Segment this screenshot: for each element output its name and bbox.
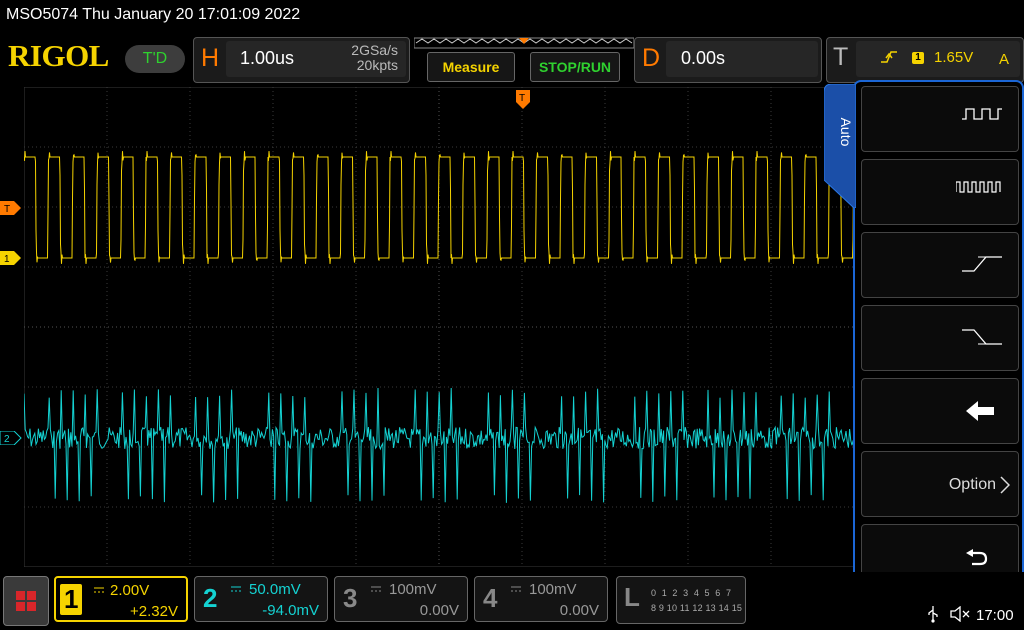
channel-2-settings[interactable]: 2 50.0mV -94.0mV <box>194 576 328 622</box>
channel-2-number: 2 <box>203 583 218 613</box>
pulse-train-icon <box>956 181 1001 193</box>
memory-position-strip <box>414 37 634 49</box>
undo-icon <box>966 549 988 566</box>
rise-time-icon <box>962 256 1002 272</box>
stop-run-button[interactable]: STOP/RUN <box>530 52 620 82</box>
fall-time-icon <box>962 329 1002 345</box>
svg-text:T: T <box>519 93 525 104</box>
channel-4-number: 4 <box>483 583 498 613</box>
side-btn-fall-time[interactable] <box>861 305 1019 371</box>
dc-coupling-icon <box>511 586 521 592</box>
channel-1-scale: 2.00V <box>110 582 150 599</box>
logic-channels-low: 0 1 2 3 4 5 6 7 <box>651 588 733 598</box>
sample-rate: 2GSa/s <box>351 42 398 58</box>
rigol-logo: RIGOL <box>8 38 109 73</box>
trigger-level-marker[interactable]: T <box>0 201 22 215</box>
trigger-status-badge: T'D <box>125 45 185 73</box>
clock: 17:00 <box>976 607 1014 624</box>
channel-3-settings[interactable]: 3 100mV 0.00V <box>334 576 468 622</box>
back-arrow-icon <box>966 401 994 421</box>
channel-1-settings[interactable]: 1 2.00V +2.32V <box>54 576 188 622</box>
channel-3-number: 3 <box>343 583 358 613</box>
svg-text:1: 1 <box>4 254 10 265</box>
logic-channels-high: 8 9 10 11 12 13 14 15 <box>651 603 743 613</box>
channel-1-offset: +2.32V <box>130 603 178 620</box>
trigger-mode: A <box>999 51 1010 68</box>
channel-3-offset: 0.00V <box>419 602 459 619</box>
channel-1-number: 1 <box>60 584 83 615</box>
side-btn-pulse-train[interactable] <box>861 159 1019 225</box>
channel-2-offset: -94.0mV <box>262 602 319 619</box>
channel-4-settings[interactable]: 4 100mV 0.00V <box>474 576 608 622</box>
side-btn-option[interactable]: Option <box>861 451 1019 517</box>
ch2-offset-marker[interactable]: 2 <box>0 431 22 445</box>
side-btn-rise-time[interactable] <box>861 232 1019 298</box>
trigger-label: T <box>833 43 849 71</box>
measure-button[interactable]: Measure <box>427 52 515 82</box>
waveform-display[interactable] <box>24 87 854 567</box>
dc-coupling-icon <box>94 587 104 593</box>
svg-text:Auto: Auto <box>838 118 854 147</box>
memory-depth: 20kpts <box>356 57 398 73</box>
period-pulse-icon <box>962 108 1002 120</box>
auto-menu-tab[interactable]: Auto <box>824 84 856 208</box>
svg-text:T: T <box>4 204 10 215</box>
chevron-right-icon <box>1000 476 1010 494</box>
dc-coupling-icon <box>231 586 241 592</box>
channel-3-scale: 100mV <box>389 581 437 598</box>
channel-4-scale: 100mV <box>529 581 577 598</box>
svg-text:2: 2 <box>4 434 10 445</box>
usb-icon <box>928 606 938 623</box>
side-btn-back[interactable] <box>861 378 1019 444</box>
grid-menu-icon <box>16 591 36 611</box>
option-label: Option <box>948 476 996 493</box>
trigger-source-badge: 1 <box>912 52 924 64</box>
channel-2-scale: 50.0mV <box>249 581 301 598</box>
horizontal-label: H <box>201 44 220 72</box>
side-btn-period[interactable] <box>861 86 1019 152</box>
window-title: MSO5074 Thu January 20 17:01:09 2022 <box>6 6 301 23</box>
main-menu-button[interactable] <box>3 576 49 626</box>
channel-4-offset: 0.00V <box>559 602 599 619</box>
logic-label: L <box>624 582 640 612</box>
trigger-level-value: 1.65V <box>934 49 974 66</box>
delay-offset-value: 0.00s <box>681 48 726 68</box>
trigger-position-marker[interactable]: T <box>515 90 531 110</box>
ch2-waveform <box>24 387 854 503</box>
ch1-offset-marker[interactable]: 1 <box>0 251 22 265</box>
rising-edge-icon <box>881 51 897 63</box>
timebase-value: 1.00us <box>240 48 295 68</box>
delay-label: D <box>642 44 661 72</box>
speaker-muted-icon[interactable] <box>950 606 970 622</box>
dc-coupling-icon <box>371 586 381 592</box>
